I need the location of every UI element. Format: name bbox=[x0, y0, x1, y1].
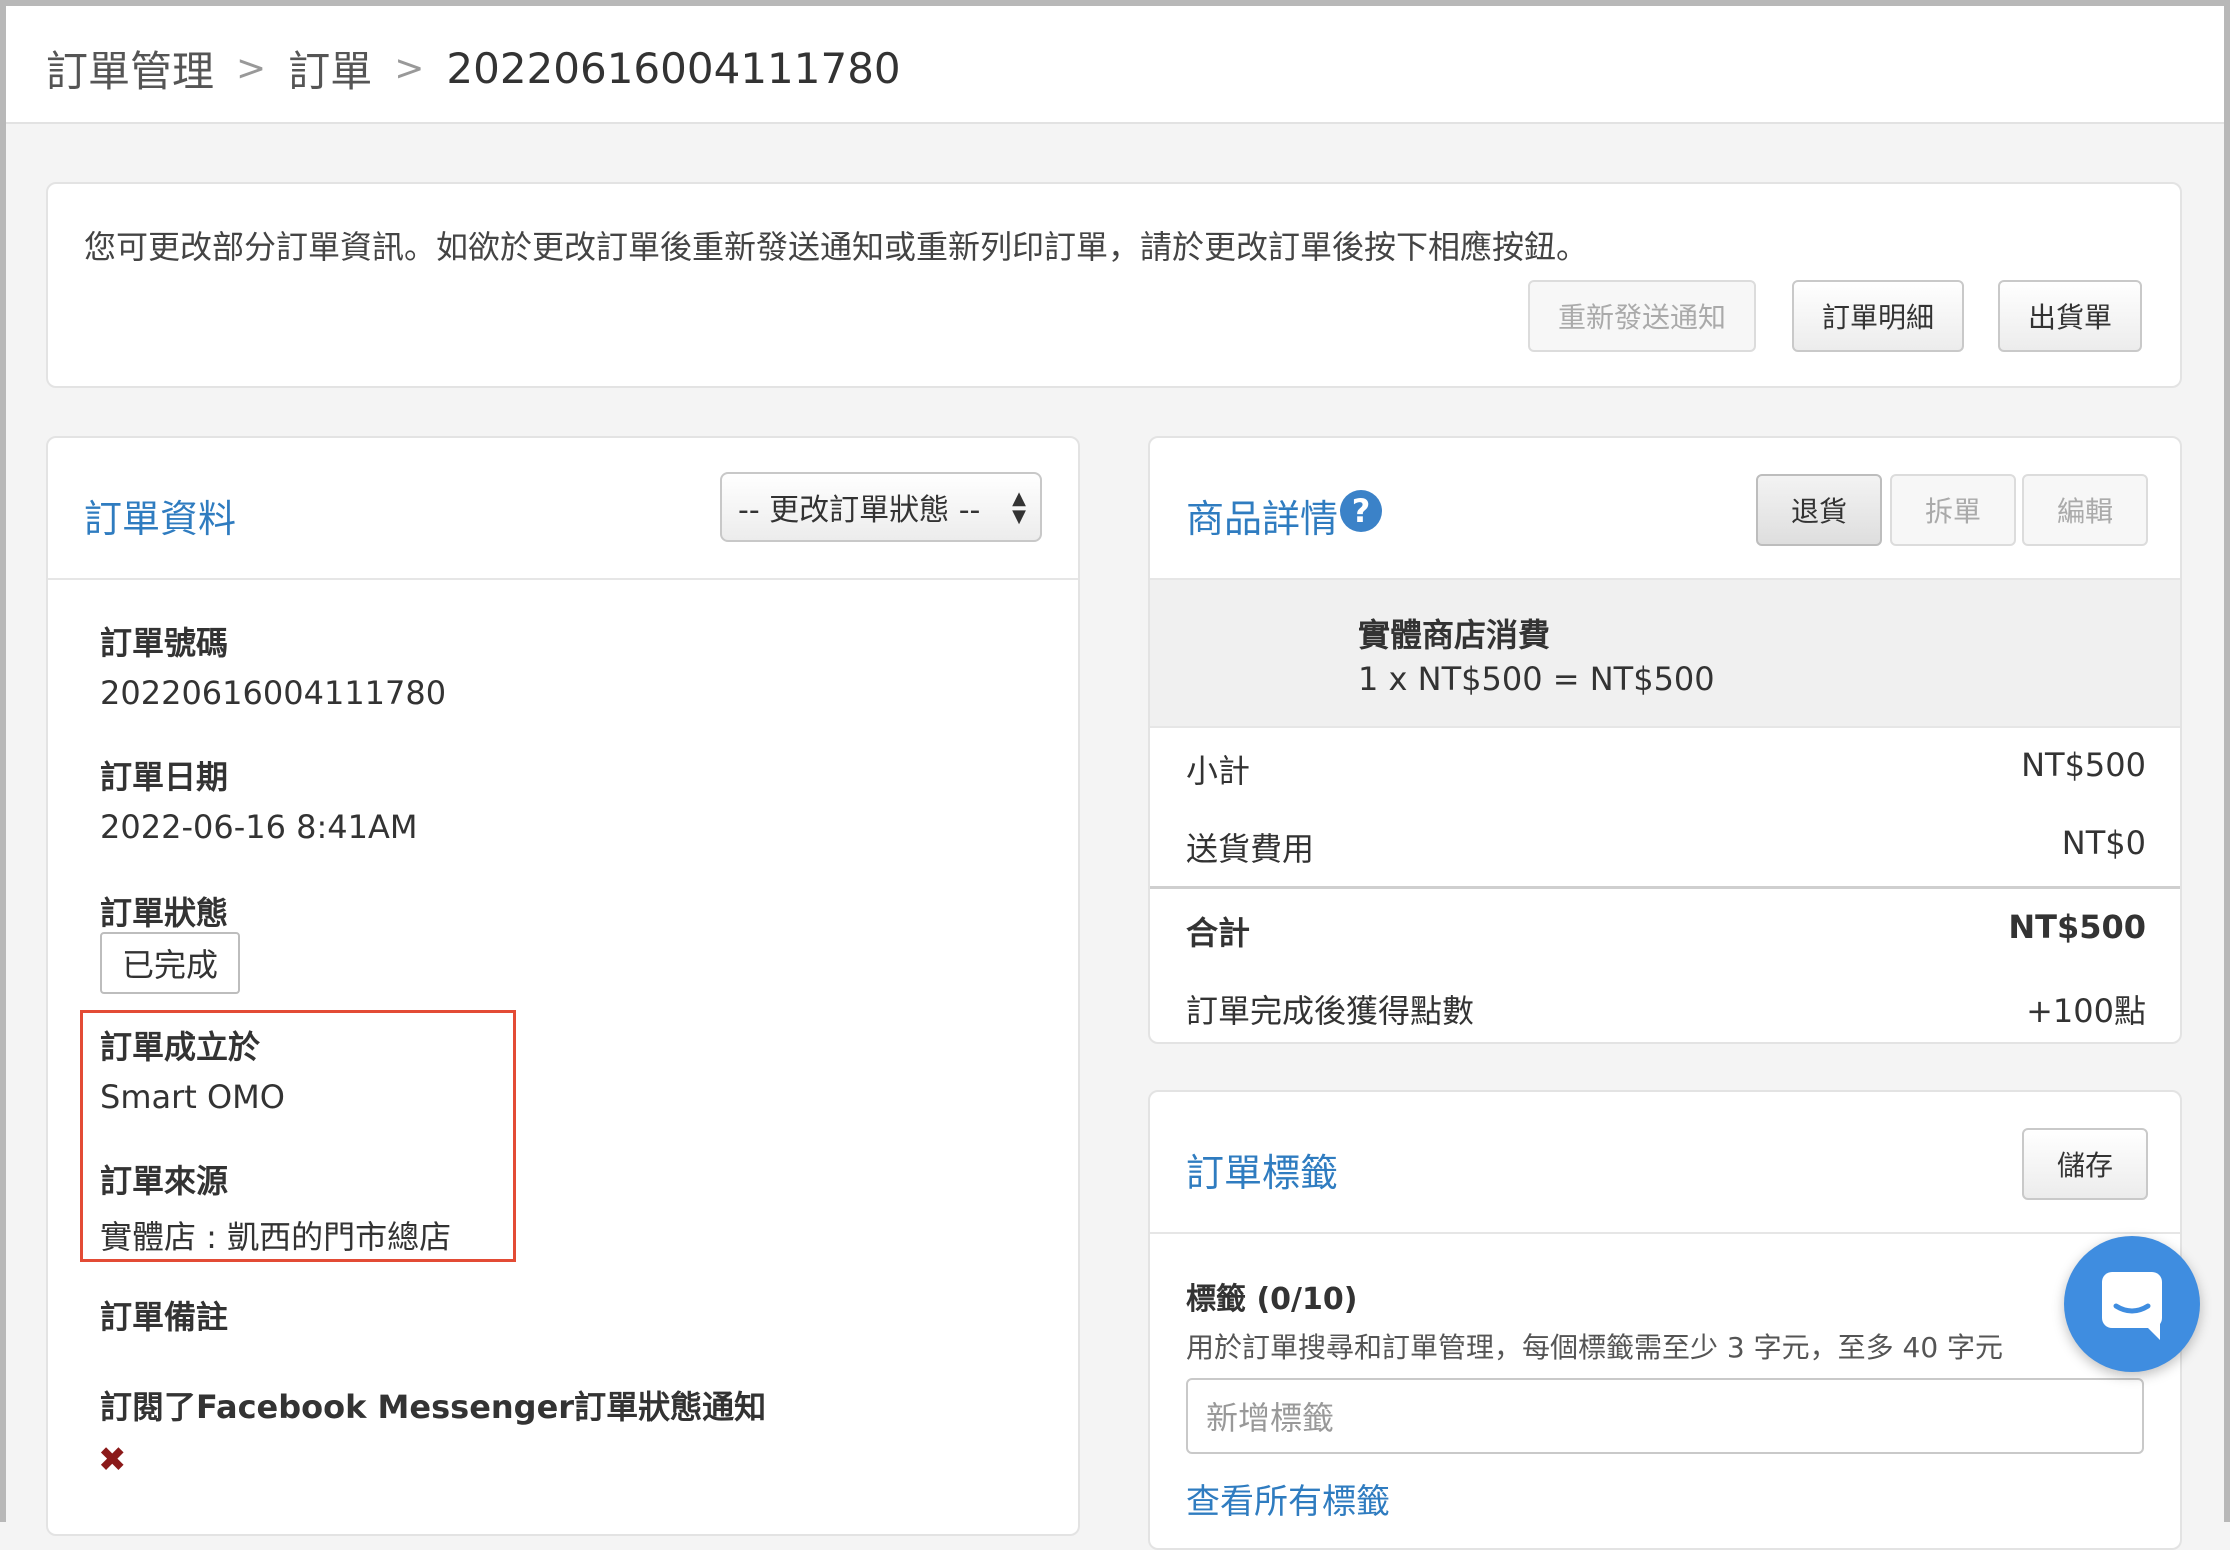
panel-divider bbox=[1150, 726, 2180, 728]
order-remark-label: 訂單備註 bbox=[100, 1298, 229, 1336]
shipping-fee-label: 送貨費用 bbox=[1186, 830, 1315, 868]
shipping-fee-value: NT$0 bbox=[2061, 824, 2146, 862]
resend-notification-button[interactable]: 重新發送通知 bbox=[1528, 280, 1756, 352]
breadcrumb-order-management[interactable]: 訂單管理 bbox=[46, 38, 214, 99]
order-created-value: Smart OMO bbox=[100, 1078, 285, 1116]
notice-panel: 您可更改部分訂單資訊。如欲於更改訂單後重新發送通知或重新列印訂單，請於更改訂單後… bbox=[46, 182, 2182, 388]
order-number-value: 20220616004111780 bbox=[100, 674, 447, 712]
top-bar: 訂單管理 > 訂單 > 20220616004111780 bbox=[6, 6, 2224, 124]
help-circle-icon[interactable]: ? bbox=[1340, 490, 1382, 532]
panel-divider bbox=[1150, 1232, 2180, 1234]
subtotal-value: NT$500 bbox=[2021, 746, 2146, 784]
order-created-label: 訂單成立於 bbox=[100, 1028, 261, 1066]
chat-bubble-glyph bbox=[2102, 1272, 2162, 1340]
shipping-slip-button[interactable]: 出貨單 bbox=[1998, 280, 2142, 352]
order-status-select-value: -- 更改訂單狀態 -- bbox=[738, 493, 981, 528]
chat-bubble-icon[interactable] bbox=[2064, 1236, 2200, 1372]
product-item: 實體商店消費 1 x NT$500 = NT$500 bbox=[1150, 580, 2180, 726]
product-price-line: 1 x NT$500 = NT$500 bbox=[1358, 660, 1715, 698]
panel-divider bbox=[1150, 886, 2180, 889]
order-date-value: 2022-06-16 8:41AM bbox=[100, 808, 418, 846]
tag-hint-text: 用於訂單搜尋和訂單管理，每個標籤需至少 3 字元，至多 40 字元 bbox=[1186, 1331, 2004, 1364]
save-tags-button[interactable]: 儲存 bbox=[2022, 1128, 2148, 1200]
panel-divider bbox=[48, 578, 1078, 580]
sort-arrows-icon: ▲ ▼ bbox=[1012, 488, 1026, 527]
breadcrumb-orders[interactable]: 訂單 bbox=[288, 38, 372, 99]
chevron-right-icon: > bbox=[236, 48, 267, 89]
tag-count-label: 標籤 (0/10) bbox=[1186, 1282, 1358, 1317]
edit-button[interactable]: 編輯 bbox=[2022, 474, 2148, 546]
product-name: 實體商店消費 bbox=[1358, 616, 1551, 654]
view-all-tags-link[interactable]: 查看所有標籤 bbox=[1186, 1474, 1390, 1523]
product-detail-panel: 商品詳情 ? 退貨 拆單 編輯 實體商店消費 1 x NT$500 = NT$5… bbox=[1148, 436, 2182, 1044]
messenger-subscription-label: 訂閱了Facebook Messenger訂單狀態通知 bbox=[100, 1388, 767, 1426]
order-tags-title: 訂單標籤 bbox=[1186, 1151, 1339, 1195]
cross-icon: ✖ bbox=[98, 1440, 127, 1480]
reward-points-value: +100點 bbox=[2026, 992, 2146, 1030]
order-status-select[interactable]: -- 更改訂單狀態 -- ▲ ▼ bbox=[720, 472, 1042, 542]
total-label: 合計 bbox=[1186, 914, 1251, 952]
order-info-title: 訂單資料 bbox=[84, 497, 237, 541]
order-detail-button[interactable]: 訂單明細 bbox=[1792, 280, 1964, 352]
order-source-value: 實體店 : 凱西的門市總店 bbox=[100, 1218, 452, 1256]
chevron-right-icon: > bbox=[394, 48, 425, 89]
order-tags-panel: 訂單標籤 儲存 標籤 (0/10) 用於訂單搜尋和訂單管理，每個標籤需至少 3 … bbox=[1148, 1090, 2182, 1550]
order-number-label: 訂單號碼 bbox=[100, 624, 229, 662]
product-detail-title: 商品詳情 bbox=[1186, 497, 1339, 541]
total-value: NT$500 bbox=[2008, 908, 2146, 946]
return-button[interactable]: 退貨 bbox=[1756, 474, 1882, 546]
breadcrumb-current-order: 20220616004111780 bbox=[446, 44, 901, 93]
notice-text: 您可更改部分訂單資訊。如欲於更改訂單後重新發送通知或重新列印訂單，請於更改訂單後… bbox=[84, 228, 1589, 266]
breadcrumb: 訂單管理 > 訂單 > 20220616004111780 bbox=[46, 38, 901, 99]
subtotal-label: 小計 bbox=[1186, 752, 1251, 790]
order-info-panel: 訂單資料 -- 更改訂單狀態 -- ▲ ▼ 訂單號碼 20220616004111… bbox=[46, 436, 1080, 1536]
new-tag-input[interactable]: 新增標籤 bbox=[1186, 1378, 2144, 1454]
reward-points-label: 訂單完成後獲得點數 bbox=[1186, 992, 1475, 1030]
order-source-label: 訂單來源 bbox=[100, 1162, 229, 1200]
order-status-label: 訂單狀態 bbox=[100, 894, 229, 932]
split-order-button[interactable]: 拆單 bbox=[1890, 474, 2016, 546]
order-date-label: 訂單日期 bbox=[100, 758, 229, 796]
order-status-badge: 已完成 bbox=[100, 932, 240, 994]
